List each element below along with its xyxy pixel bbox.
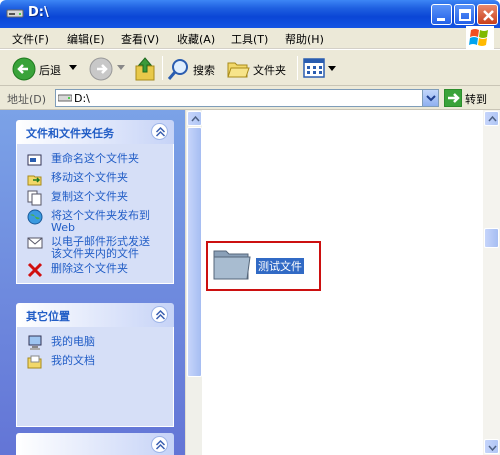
back-label[interactable]: 后退 <box>39 62 61 78</box>
other-places-header[interactable]: 其它位置 <box>16 303 174 327</box>
forward-arrow-icon[interactable] <box>89 57 113 81</box>
collapse-button[interactable] <box>151 436 168 453</box>
other-places-body: 我的电脑 我的文档 <box>16 327 174 427</box>
task-label: 复制这个文件夹 <box>51 190 128 203</box>
chevron-up-icon <box>155 439 166 450</box>
menu-file[interactable]: 文件(F) <box>12 31 49 47</box>
drive-icon <box>6 9 24 18</box>
address-input[interactable]: D:\ <box>55 89 439 107</box>
close-icon <box>483 10 494 21</box>
minimize-icon <box>437 18 445 21</box>
menu-edit[interactable]: 编辑(E) <box>67 31 105 47</box>
toolbar-separator <box>162 56 163 80</box>
content-scrollbar[interactable] <box>483 110 500 455</box>
maximize-button[interactable] <box>454 4 475 25</box>
drive-icon <box>58 94 72 102</box>
panel-title: 文件和文件夹任务 <box>26 127 114 140</box>
window-title: D:\ <box>28 5 49 20</box>
task-label: 重命名这个文件夹 <box>51 152 139 165</box>
task-pane: 文件和文件夹任务 重命名这个文件夹 移动这个文件夹 复制这个文件夹 将这个文件夹… <box>0 110 185 455</box>
chevron-down-icon <box>426 95 436 102</box>
menu-bar: 文件(F) 编辑(E) 查看(V) 收藏(A) 工具(T) 帮助(H) <box>0 28 500 49</box>
search-label[interactable]: 搜索 <box>193 62 215 78</box>
my-documents-icon <box>27 355 42 369</box>
scroll-thumb[interactable] <box>484 228 499 248</box>
copy-icon <box>27 190 42 206</box>
toolbar-separator <box>297 56 298 80</box>
chevron-up-icon <box>155 126 166 137</box>
go-arrow-icon[interactable] <box>444 89 462 107</box>
address-bar: 地址(D) D:\ 转到 <box>0 86 500 110</box>
back-dropdown-icon[interactable] <box>69 65 77 71</box>
minimize-button[interactable] <box>431 4 452 25</box>
collapse-button[interactable] <box>151 306 168 323</box>
search-icon[interactable] <box>167 57 191 81</box>
folders-label[interactable]: 文件夹 <box>253 62 286 78</box>
chevron-up-icon <box>488 115 497 122</box>
place-label: 我的文档 <box>51 354 95 367</box>
scroll-down-button[interactable] <box>484 439 499 454</box>
menu-view[interactable]: 查看(V) <box>121 31 159 47</box>
panel-title: 其它位置 <box>26 310 70 323</box>
collapse-button[interactable] <box>151 123 168 140</box>
folder-icon[interactable] <box>212 245 252 283</box>
menu-help[interactable]: 帮助(H) <box>285 31 324 47</box>
forward-dropdown-icon[interactable] <box>117 65 125 71</box>
rename-icon <box>27 154 42 166</box>
my-computer-icon <box>28 335 42 350</box>
chevron-down-icon <box>488 445 497 452</box>
task-pane-scrollbar[interactable] <box>185 110 202 455</box>
folders-icon[interactable] <box>226 58 250 80</box>
scroll-up-button[interactable] <box>484 111 499 126</box>
folder-name-label[interactable]: 测试文件 <box>255 257 305 275</box>
menu-tools[interactable]: 工具(T) <box>231 31 268 47</box>
menu-favorites[interactable]: 收藏(A) <box>177 31 215 47</box>
scroll-up-button[interactable] <box>187 111 202 126</box>
chevron-up-icon <box>155 309 166 320</box>
toolbar: 后退 搜索 文件夹 <box>0 50 500 86</box>
publish-web-icon <box>27 209 43 225</box>
title-bar[interactable]: D:\ <box>0 0 500 28</box>
back-arrow-icon[interactable] <box>12 57 36 81</box>
task-label-line2: 该文件夹内的文件 <box>51 247 139 260</box>
file-folder-tasks-body: 重命名这个文件夹 移动这个文件夹 复制这个文件夹 将这个文件夹发布到 Web 以电… <box>16 144 174 284</box>
task-label-line2: Web <box>51 221 75 234</box>
scroll-thumb[interactable] <box>187 127 202 377</box>
file-folder-tasks-header[interactable]: 文件和文件夹任务 <box>16 120 174 144</box>
task-label: 将这个文件夹发布到 Web <box>51 210 150 234</box>
address-dropdown-button[interactable] <box>422 90 438 106</box>
place-label: 我的电脑 <box>51 335 95 348</box>
address-label: 地址(D) <box>7 93 47 106</box>
go-button-label[interactable]: 转到 <box>465 91 487 107</box>
views-icon[interactable] <box>303 58 325 78</box>
close-button[interactable] <box>477 4 498 25</box>
maximize-icon <box>459 9 471 21</box>
email-icon <box>27 237 43 249</box>
views-dropdown-icon[interactable] <box>328 66 336 72</box>
task-label: 删除这个文件夹 <box>51 262 128 275</box>
up-folder-icon[interactable] <box>134 56 158 82</box>
task-label: 移动这个文件夹 <box>51 171 128 184</box>
address-value: D:\ <box>74 92 90 105</box>
move-icon <box>27 175 42 186</box>
chevron-up-icon <box>191 115 200 122</box>
delete-icon <box>27 262 43 278</box>
details-header[interactable] <box>16 433 174 455</box>
task-label: 以电子邮件形式发送 该文件夹内的文件 <box>51 236 150 260</box>
windows-logo-icon <box>466 26 494 50</box>
